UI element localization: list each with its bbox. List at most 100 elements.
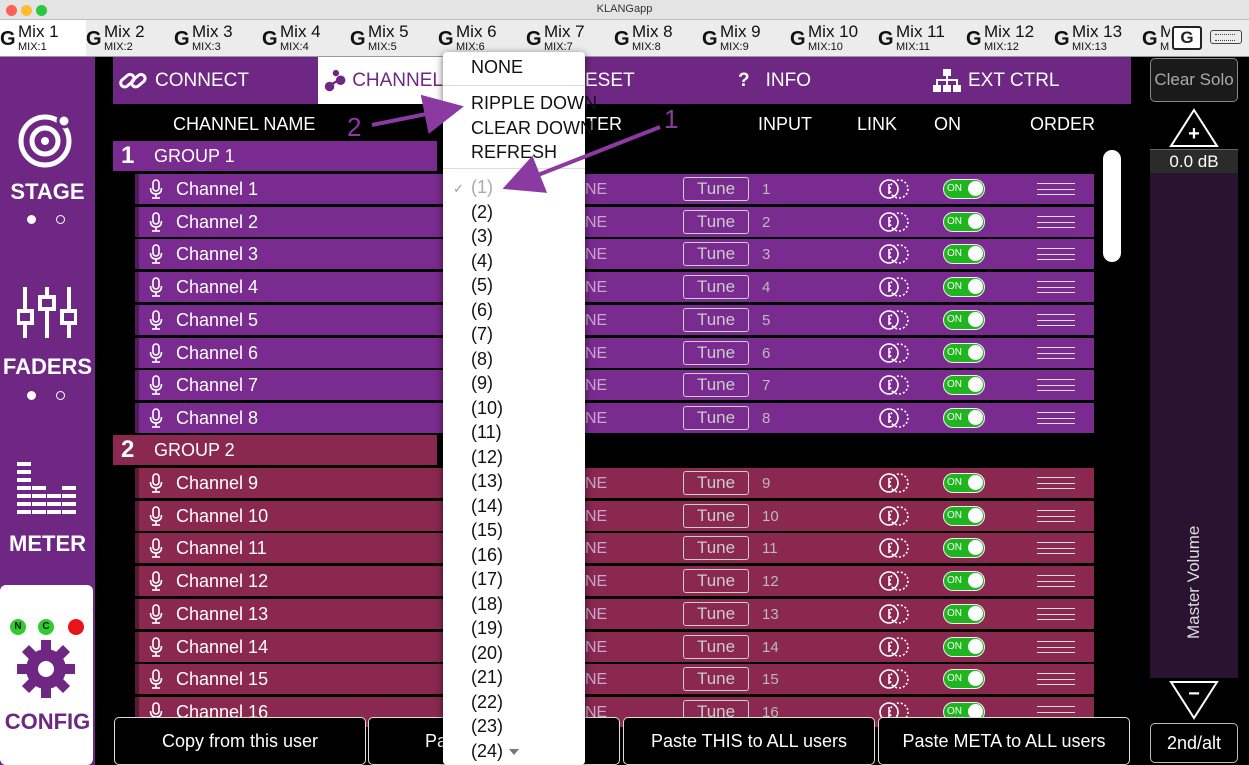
tune-button[interactable]: Tune (683, 307, 749, 332)
clear-solo-button[interactable]: Clear Solo (1150, 58, 1238, 102)
menu-item-order-24[interactable]: (24) (471, 741, 503, 762)
link-icon[interactable] (878, 309, 910, 331)
group-header-1[interactable]: 1 GROUP 1 (113, 141, 437, 171)
channel-input[interactable]: 13 (762, 606, 779, 623)
second-alt-button[interactable]: 2nd/alt (1150, 723, 1238, 763)
on-toggle[interactable]: ON (943, 636, 985, 657)
keyboard-icon[interactable] (1210, 30, 1242, 44)
menu-item-order-15[interactable]: (15) (471, 520, 503, 541)
menu-item-order-18[interactable]: (18) (471, 594, 503, 615)
channel-name[interactable]: Channel 15 (176, 669, 268, 690)
volume-down-button[interactable]: − (1169, 680, 1219, 720)
channel-name[interactable]: Channel 8 (176, 408, 258, 429)
tune-button[interactable]: Tune (683, 209, 749, 234)
channel-name[interactable]: Channel 6 (176, 343, 258, 364)
on-toggle[interactable]: ON (943, 407, 985, 428)
faders-icon[interactable] (17, 285, 77, 340)
link-icon[interactable] (878, 178, 910, 200)
tune-button[interactable]: Tune (683, 601, 749, 626)
meter-label[interactable]: METER (0, 531, 95, 557)
channel-input[interactable]: 15 (762, 671, 779, 688)
menu-item-order-8[interactable]: (8) (471, 349, 493, 370)
menu-item-order-14[interactable]: (14) (471, 496, 503, 517)
tune-button[interactable]: Tune (683, 569, 749, 594)
stage-icon[interactable] (17, 109, 77, 169)
menu-item-order-10[interactable]: (10) (471, 398, 503, 419)
channel-input[interactable]: 2 (762, 214, 770, 231)
drag-handle-icon[interactable] (1037, 248, 1075, 261)
menu-item-order-22[interactable]: (22) (471, 692, 503, 713)
mix-tab-10[interactable]: G Mix 10 MIX:10 (790, 20, 876, 56)
tune-button[interactable]: Tune (683, 373, 749, 398)
scroll-down-arrow-icon[interactable] (509, 749, 519, 755)
stage-label[interactable]: STAGE (0, 179, 95, 205)
menu-item-order-6[interactable]: (6) (471, 300, 493, 321)
paste-this-to-all-button[interactable]: Paste THIS to ALL users (623, 717, 875, 765)
on-toggle[interactable]: ON (943, 505, 985, 526)
menu-item-order-20[interactable]: (20) (471, 643, 503, 664)
on-toggle[interactable]: ON (943, 571, 985, 592)
channel-row[interactable]: Channel 6 NE Tune 6 ON (135, 337, 1094, 368)
on-toggle[interactable]: ON (943, 538, 985, 559)
channel-row[interactable]: Channel 1 NE Tune 1 ON (135, 174, 1094, 204)
tune-button[interactable]: Tune (683, 667, 749, 692)
meter-icon[interactable] (17, 460, 77, 520)
nav-connect[interactable]: CONNECT (118, 57, 308, 104)
link-icon[interactable] (878, 276, 910, 298)
link-icon[interactable] (878, 636, 910, 658)
gear-icon[interactable] (16, 639, 76, 699)
channel-row[interactable]: Channel 5 NE Tune 5 ON (135, 304, 1094, 335)
nav-channel[interactable]: CHANNEL (318, 57, 443, 104)
link-icon[interactable] (878, 342, 910, 364)
channel-input[interactable]: 14 (762, 639, 779, 656)
channel-row[interactable]: Channel 9 NE Tune 9 ON (135, 468, 1094, 498)
menu-item-order-11[interactable]: (11) (471, 422, 502, 443)
menu-item-order-13[interactable]: (13) (471, 471, 503, 492)
channel-input[interactable]: 11 (762, 540, 778, 557)
channel-row[interactable]: Channel 14 NE Tune 14 ON (135, 631, 1094, 662)
on-toggle[interactable]: ON (943, 603, 985, 624)
link-icon[interactable] (878, 407, 910, 429)
copy-from-user-button[interactable]: Copy from this user (114, 717, 366, 765)
link-icon[interactable] (878, 211, 910, 233)
drag-handle-icon[interactable] (1037, 281, 1075, 294)
channel-input[interactable]: 3 (762, 246, 770, 263)
link-icon[interactable] (878, 505, 910, 527)
channel-name[interactable]: Channel 10 (176, 506, 268, 527)
channel-input[interactable]: 4 (762, 279, 770, 296)
channel-row[interactable]: Channel 8 NE Tune 8 ON (135, 402, 1094, 433)
config-panel[interactable]: N C CONFIG (0, 585, 93, 765)
tune-button[interactable]: Tune (683, 536, 749, 561)
mix-tab-2[interactable]: G Mix 2 MIX:2 (86, 20, 172, 56)
channel-input[interactable]: 10 (762, 508, 779, 525)
channel-input[interactable]: 12 (762, 573, 779, 590)
drag-handle-icon[interactable] (1037, 509, 1075, 522)
on-toggle[interactable]: ON (943, 179, 985, 199)
group-header-2[interactable]: 2 GROUP 2 (113, 435, 437, 465)
menu-item-order-2[interactable]: (2) (471, 202, 493, 223)
tune-button[interactable]: Tune (683, 242, 749, 267)
channel-name[interactable]: Channel 2 (176, 212, 258, 233)
logo-button[interactable]: G (1172, 26, 1202, 50)
on-toggle[interactable]: ON (943, 473, 985, 493)
nav-info[interactable]: ? INFO (738, 57, 848, 104)
channel-name[interactable]: Channel 7 (176, 375, 258, 396)
drag-handle-icon[interactable] (1037, 575, 1075, 588)
channel-name[interactable]: Channel 5 (176, 310, 258, 331)
on-toggle[interactable]: ON (943, 309, 985, 330)
menu-item-order-7[interactable]: (7) (471, 324, 493, 345)
drag-handle-icon[interactable] (1037, 313, 1075, 326)
channel-name[interactable]: Channel 3 (176, 244, 258, 265)
on-toggle[interactable]: ON (943, 342, 985, 363)
nav-ext-ctrl[interactable]: EXT CTRL (933, 57, 1083, 104)
menu-item-order-23[interactable]: (23) (471, 716, 503, 737)
channel-name[interactable]: Channel 4 (176, 277, 258, 298)
on-toggle[interactable]: ON (943, 211, 985, 232)
drag-handle-icon[interactable] (1037, 640, 1075, 653)
faders-label[interactable]: FADERS (0, 354, 95, 380)
menu-item-order-1[interactable]: (1) (471, 177, 493, 198)
menu-item-order-3[interactable]: (3) (471, 226, 493, 247)
channel-input[interactable]: 1 (762, 181, 770, 198)
menu-item-ripple-down[interactable]: RIPPLE DOWN (471, 93, 597, 114)
tune-button[interactable]: Tune (683, 503, 749, 528)
